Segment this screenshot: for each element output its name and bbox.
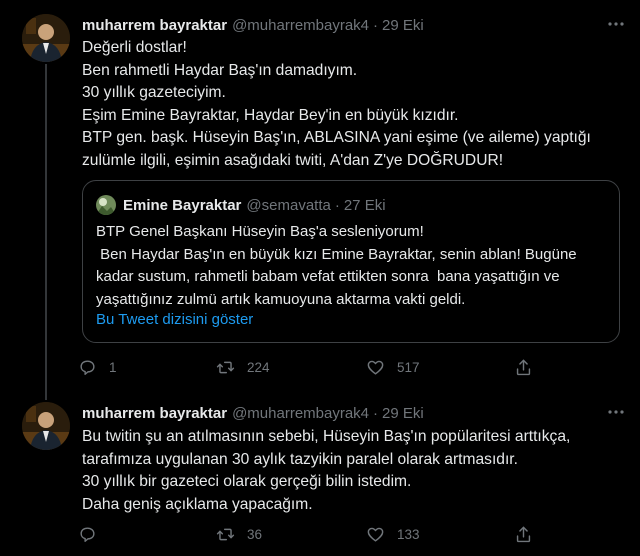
quoted-author-handle[interactable]: @semavatta [246, 197, 330, 214]
heart-icon [367, 527, 384, 542]
like-count: 517 [397, 359, 420, 375]
quoted-text: BTP Genel Başkanı Hüseyin Baş'a sesleniy… [96, 221, 611, 311]
more-dots-icon [608, 22, 624, 26]
author-handle[interactable]: @muharrembayrak4 [232, 17, 369, 34]
retweet-button[interactable]: 36 [216, 519, 262, 549]
quoted-header: Emine Bayraktar @semavatta · 27 Eki [123, 193, 386, 217]
tweet-header: muharrem bayraktar @muharrembayrak4 · 29… [82, 13, 424, 37]
tweet-text: Değerli dostlar! Ben rahmetli Haydar Baş… [82, 37, 627, 172]
more-options-button[interactable] [606, 402, 626, 422]
tweet-actions: 36 133 [76, 519, 546, 549]
like-button[interactable]: 517 [366, 352, 420, 382]
tweet-text-line: Değerli dostlar! [82, 39, 187, 56]
reply-icon [80, 359, 95, 375]
retweet-count: 36 [247, 526, 263, 542]
reply-count: 1 [109, 359, 117, 375]
author-name[interactable]: muharrem bayraktar [82, 17, 227, 34]
tweet-date[interactable]: 29 Eki [382, 405, 424, 422]
separator-dot: · [373, 404, 379, 422]
tweet[interactable]: muharrem bayraktar @muharrembayrak4 · 29… [0, 0, 640, 400]
separator-dot: · [373, 16, 379, 34]
reply-button[interactable] [78, 519, 109, 549]
tweet[interactable]: muharrem bayraktar @muharrembayrak4 · 29… [0, 392, 640, 556]
share-icon [516, 526, 531, 542]
quoted-text-line: BTP Genel Başkanı Hüseyin Baş'a sesleniy… [96, 223, 424, 240]
quoted-tweet[interactable]: Emine Bayraktar @semavatta · 27 Eki BTP … [82, 180, 620, 343]
tweet-date[interactable]: 29 Eki [382, 17, 424, 34]
avatar[interactable] [22, 402, 70, 450]
like-count: 133 [397, 526, 420, 542]
quoted-text-line: Ben Haydar Baş'ın en büyük kızı Emine Ba… [96, 245, 577, 263]
separator-dot: · [334, 196, 340, 214]
reply-icon [80, 526, 95, 542]
retweet-icon [216, 528, 235, 540]
tweet-text-line: Daha geniş açıklama yapacağım. [82, 495, 313, 513]
tweet-text-line: 30 yıllık gazeteciyim. [82, 84, 226, 101]
tweet-text-line: Ben rahmetli Haydar Baş'ın damadıyım. [82, 61, 358, 79]
quoted-author-name[interactable]: Emine Bayraktar [123, 197, 241, 214]
heart-icon [367, 360, 384, 375]
tweet-text-line: zulümle ilgili, eşimin asağıdaki twiti, … [82, 151, 504, 169]
quoted-text-line: kadar sustum, rahmetli babam vefat ettik… [96, 268, 560, 285]
show-thread-link[interactable]: Bu Tweet dizisini göster [96, 311, 253, 328]
retweet-count: 224 [247, 359, 270, 375]
tweet-actions: 1 224 517 [76, 352, 546, 382]
author-name[interactable]: muharrem bayraktar [82, 405, 227, 422]
tweet-text-line: 30 yıllık bir gazeteci olarak gerçeği bi… [82, 473, 412, 490]
like-button[interactable]: 133 [366, 519, 420, 549]
quoted-date[interactable]: 27 Eki [344, 197, 386, 214]
thread-connector [45, 64, 47, 400]
tweet-text-line: Bu twitin şu an atılmasının sebebi, Hüse… [82, 428, 571, 445]
author-handle[interactable]: @muharrembayrak4 [232, 405, 369, 422]
more-options-button[interactable] [606, 14, 626, 34]
tweet-header: muharrem bayraktar @muharrembayrak4 · 29… [82, 401, 424, 425]
tweet-text-line: BTP gen. başk. Hüseyin Baş'ın, ABLASINA … [82, 129, 591, 146]
tweet-text-line: tarafımıza uygulanan 30 aylık tazyikin p… [82, 450, 518, 468]
tweet-text: Bu twitin şu an atılmasının sebebi, Hüse… [82, 426, 627, 516]
tweet-text-line: Eşim Emine Bayraktar, Haydar Bey'in en b… [82, 106, 459, 124]
quoted-avatar[interactable] [96, 195, 116, 215]
avatar[interactable] [22, 14, 70, 62]
share-button[interactable] [514, 519, 545, 549]
share-icon [516, 359, 531, 375]
reply-button[interactable]: 1 [78, 352, 117, 382]
retweet-icon [216, 361, 235, 373]
retweet-button[interactable]: 224 [216, 352, 270, 382]
quoted-text-line: yaşattığınız zulmü artık kamuoyuna aktar… [96, 290, 466, 308]
more-dots-icon [608, 410, 624, 414]
share-button[interactable] [514, 352, 545, 382]
